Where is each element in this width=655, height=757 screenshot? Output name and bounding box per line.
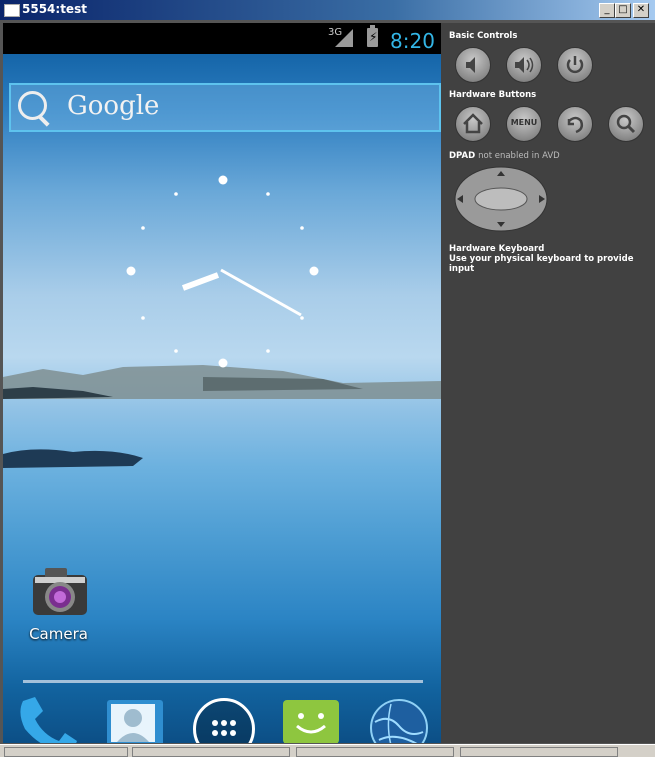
google-search-bar[interactable]: Google	[9, 83, 441, 132]
dpad-heading: DPAD not enabled in AVD	[449, 151, 560, 161]
home-button[interactable]	[455, 106, 491, 142]
back-icon	[567, 116, 584, 134]
analog-clock-widget[interactable]	[123, 175, 328, 375]
signal-icon	[335, 29, 353, 47]
search-button[interactable]	[608, 106, 644, 142]
window-titlebar[interactable]: 5554:test _ □ ✕	[0, 0, 655, 20]
app-label: Camera	[29, 625, 88, 643]
basic-controls-heading: Basic Controls	[449, 31, 518, 41]
volume-up-button[interactable]	[506, 47, 542, 83]
power-button[interactable]	[557, 47, 593, 83]
app-drawer-icon	[212, 720, 236, 736]
taskbar-item[interactable]	[296, 747, 454, 757]
dock-divider	[23, 680, 423, 683]
browser-globe-icon[interactable]	[369, 698, 429, 743]
android-screen[interactable]: 3G ⚡ 8:20 Google Camera	[3, 23, 441, 743]
minimize-button[interactable]: _	[599, 3, 615, 18]
minute-hand	[220, 268, 302, 317]
search-icon-handle	[37, 114, 50, 127]
app-drawer-button[interactable]	[193, 698, 255, 743]
hardware-keyboard-heading: Hardware Keyboard	[449, 244, 545, 254]
taskbar-item[interactable]	[4, 747, 128, 757]
close-button[interactable]: ✕	[633, 3, 649, 18]
hour-hand	[181, 272, 220, 291]
search-icon	[616, 114, 636, 134]
home-icon	[463, 113, 483, 134]
taskbar	[0, 744, 655, 757]
search-label: Google	[67, 91, 160, 121]
back-button[interactable]	[557, 106, 593, 142]
camera-icon	[32, 568, 87, 615]
emulator-window: 3G ⚡ 8:20 Google Camera Basic Controls H…	[0, 20, 655, 744]
controls-panel: Basic Controls Hardware Buttons MENU DPA…	[441, 23, 655, 743]
menu-button[interactable]: MENU	[506, 106, 542, 142]
contacts-icon[interactable]	[105, 696, 165, 743]
volume-up-icon	[515, 57, 534, 73]
dpad-label: DPAD	[449, 151, 476, 161]
volume-down-button[interactable]	[455, 47, 491, 83]
phone-icon[interactable]	[15, 693, 81, 743]
charging-bolt-icon: ⚡	[369, 30, 378, 44]
dock	[3, 688, 441, 743]
dpad-control[interactable]	[453, 165, 549, 233]
app-camera[interactable]: Camera	[21, 563, 96, 643]
search-icon	[18, 91, 47, 120]
dpad-note: not enabled in AVD	[478, 151, 560, 161]
menu-label: MENU	[510, 118, 538, 127]
messaging-icon[interactable]	[281, 698, 341, 743]
taskbar-item[interactable]	[132, 747, 290, 757]
hardware-keyboard-text: Use your physical keyboard to provide in…	[449, 254, 634, 274]
maximize-button[interactable]: □	[615, 3, 631, 18]
window-title: 5554:test	[22, 2, 87, 16]
power-icon	[566, 56, 584, 74]
hardware-buttons-heading: Hardware Buttons	[449, 90, 537, 100]
taskbar-item[interactable]	[460, 747, 618, 757]
volume-down-icon	[466, 57, 475, 73]
status-bar[interactable]: 3G ⚡ 8:20	[3, 23, 441, 54]
window-app-icon	[4, 4, 20, 17]
status-clock: 8:20	[390, 29, 435, 53]
wallpaper-rocks	[3, 449, 143, 468]
